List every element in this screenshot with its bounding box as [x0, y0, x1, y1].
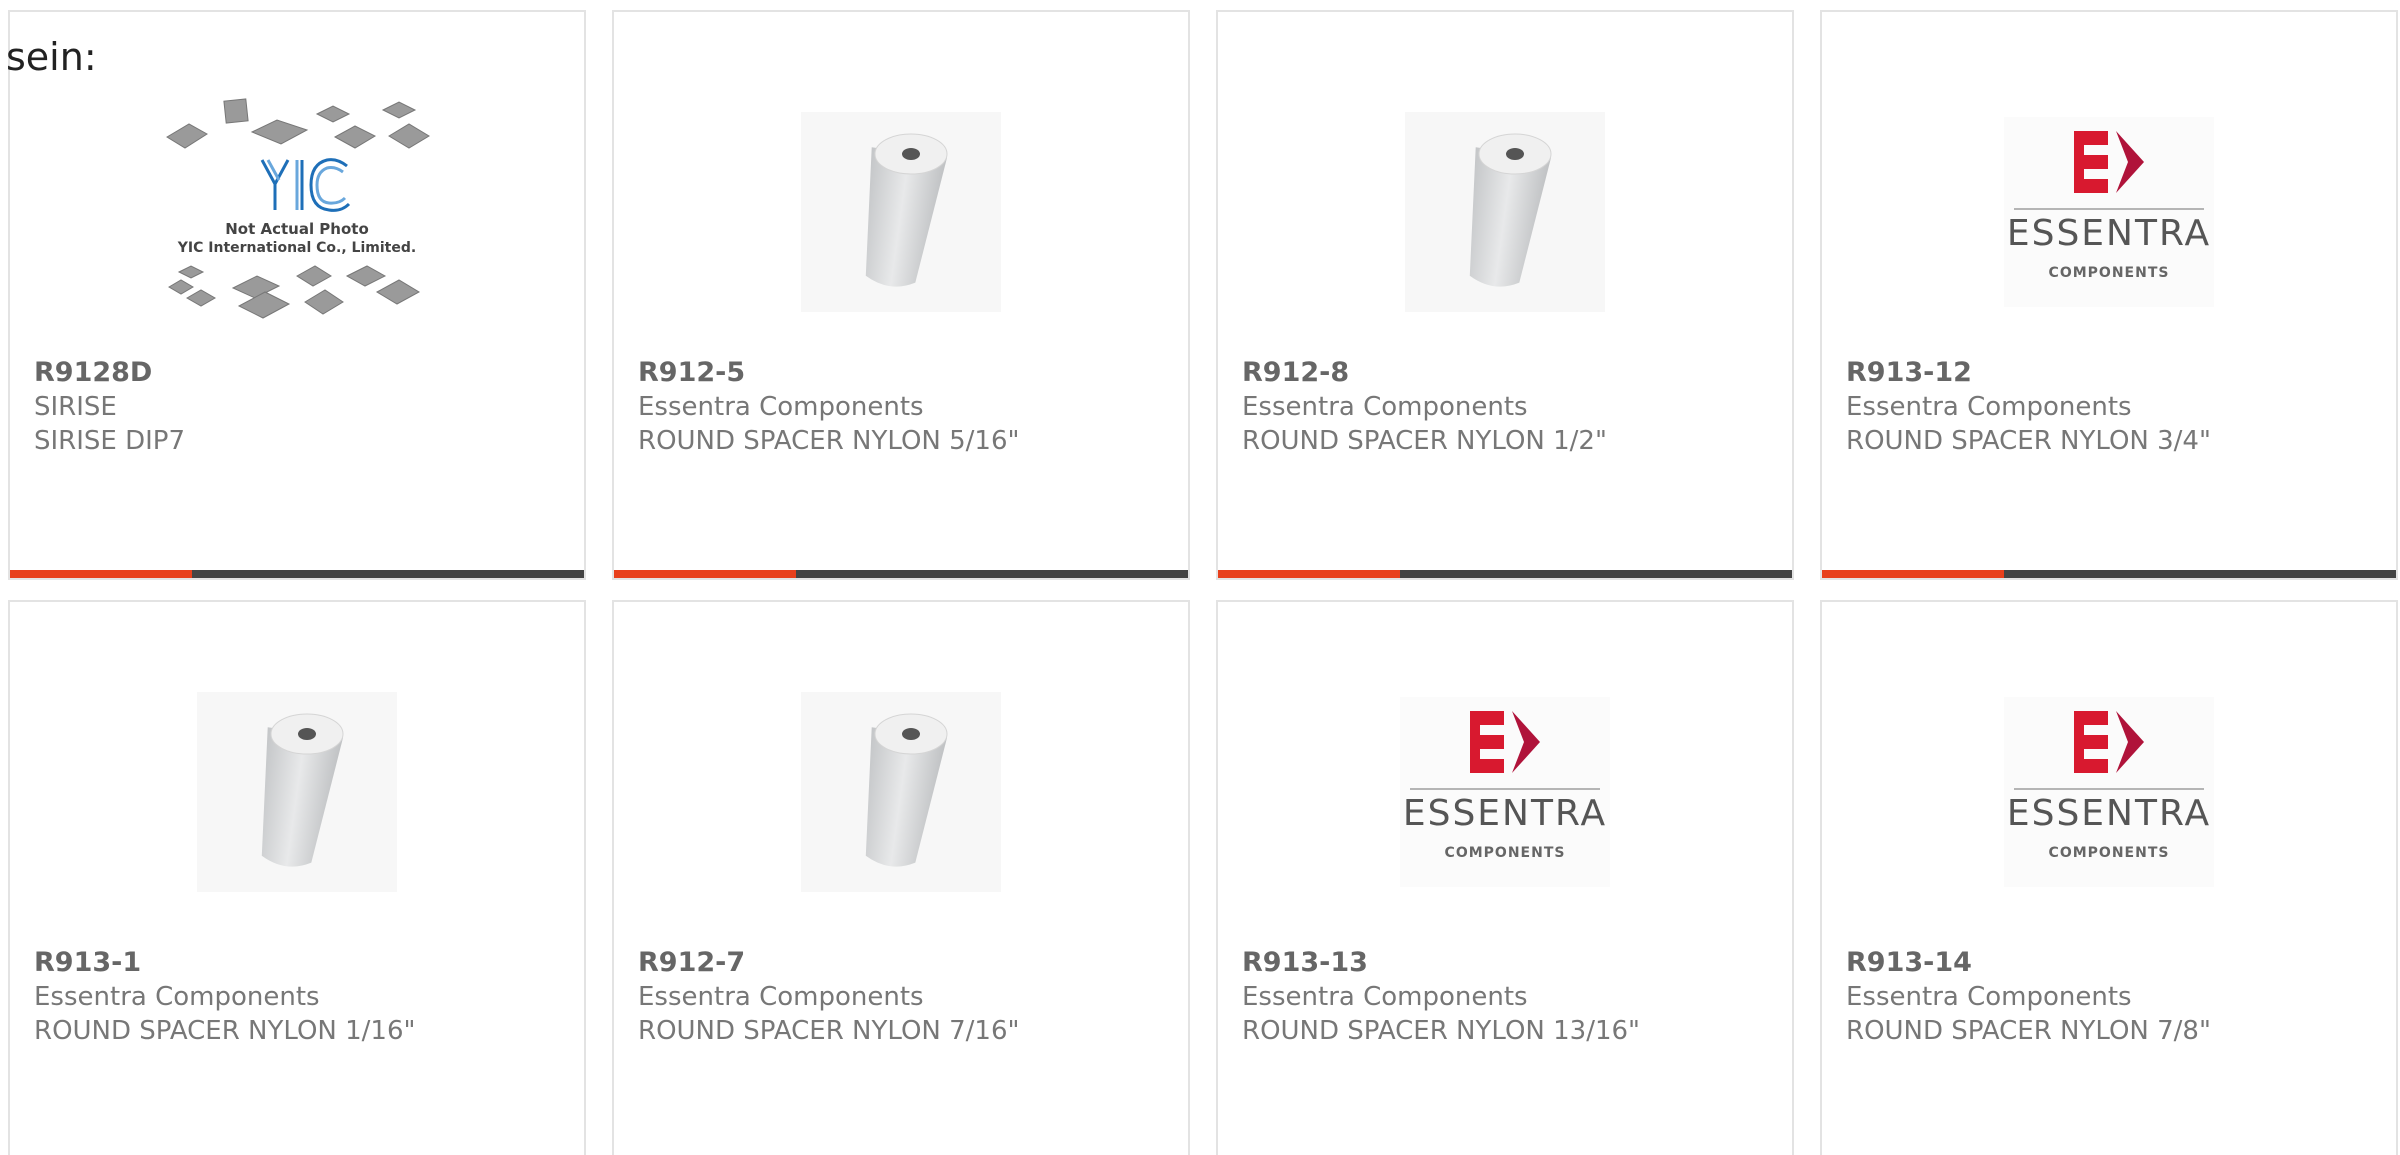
product-card[interactable]: R912-8 Essentra Components ROUND SPACER … — [1216, 10, 1794, 580]
product-card[interactable]: R912-5 Essentra Components ROUND SPACER … — [612, 10, 1190, 580]
placeholder-text-2: YIC International Co., Limited. — [177, 240, 416, 256]
product-description: ROUND SPACER NYLON 13/16" — [1242, 1016, 1641, 1046]
manufacturer-name: Essentra Components — [638, 982, 924, 1012]
manufacturer-name: Essentra Components — [1242, 392, 1528, 422]
card-footer-bar — [1218, 570, 1792, 578]
product-description: SIRISE DIP7 — [34, 426, 186, 456]
part-number-link[interactable]: R912-8 — [1242, 356, 1349, 390]
card-footer-accent — [614, 570, 796, 578]
manufacturer-name: Essentra Components — [1846, 392, 2132, 422]
spacer-cylinder-image — [801, 692, 1001, 892]
card-footer-bar — [614, 570, 1188, 578]
product-description: ROUND SPACER NYLON 1/2" — [1242, 426, 1607, 456]
card-footer-bar — [10, 570, 584, 578]
product-card[interactable]: ESSENTRA COMPONENTS R913-13 Essentra Com… — [1216, 600, 1794, 1155]
product-description: ROUND SPACER NYLON 3/4" — [1846, 426, 2211, 456]
part-number-link[interactable]: R912-5 — [638, 356, 745, 390]
product-card[interactable]: ESSENTRA COMPONENTS R913-12 Essentra Com… — [1820, 10, 2398, 580]
card-footer-accent — [1218, 570, 1400, 578]
essentra-logo-sub: COMPONENTS — [2049, 845, 2170, 861]
essentra-logo-image: ESSENTRA COMPONENTS — [2004, 697, 2214, 887]
essentra-logo-sub: COMPONENTS — [1445, 845, 1566, 861]
part-number-link[interactable]: R913-1 — [34, 946, 141, 980]
manufacturer-name: SIRISE — [34, 392, 117, 422]
product-image[interactable]: Not Actual Photo YIC International Co., … — [10, 78, 584, 346]
part-number-link[interactable]: R912-7 — [638, 946, 745, 980]
spacer-cylinder-image — [197, 692, 397, 892]
product-image[interactable]: ESSENTRA COMPONENTS — [1218, 658, 1792, 926]
product-card[interactable]: R912-7 Essentra Components ROUND SPACER … — [612, 600, 1190, 1155]
placeholder-chips-image: Not Actual Photo YIC International Co., … — [166, 98, 430, 319]
essentra-logo-word: ESSENTRA — [2007, 213, 2211, 254]
product-card[interactable]: ESSENTRA COMPONENTS R913-14 Essentra Com… — [1820, 600, 2398, 1155]
product-description: ROUND SPACER NYLON 7/16" — [638, 1016, 1020, 1046]
product-image[interactable] — [614, 78, 1188, 346]
product-description: ROUND SPACER NYLON 7/8" — [1846, 1016, 2211, 1046]
card-footer-bar — [1822, 570, 2396, 578]
placeholder-text-1: Not Actual Photo — [225, 220, 369, 238]
essentra-logo-word: ESSENTRA — [2007, 793, 2211, 834]
part-number-link[interactable]: R913-12 — [1846, 356, 1972, 390]
essentra-logo-image: ESSENTRA COMPONENTS — [2004, 117, 2214, 307]
product-description: ROUND SPACER NYLON 5/16" — [638, 426, 1020, 456]
spacer-cylinder-image — [1405, 112, 1605, 312]
product-card[interactable]: Not Actual Photo YIC International Co., … — [8, 10, 586, 580]
product-image[interactable] — [1218, 78, 1792, 346]
product-image[interactable]: ESSENTRA COMPONENTS — [1822, 78, 2396, 346]
product-grid-page: sein: Not Actual Photo YIC International… — [0, 0, 2400, 1155]
manufacturer-name: Essentra Components — [638, 392, 924, 422]
part-number-link[interactable]: R913-14 — [1846, 946, 1972, 980]
essentra-logo-image: ESSENTRA COMPONENTS — [1400, 697, 1610, 887]
product-description: ROUND SPACER NYLON 1/16" — [34, 1016, 416, 1046]
product-image[interactable]: ESSENTRA COMPONENTS — [1822, 658, 2396, 926]
product-image[interactable] — [614, 658, 1188, 926]
card-footer-accent — [1822, 570, 2004, 578]
product-card[interactable]: R913-1 Essentra Components ROUND SPACER … — [8, 600, 586, 1155]
part-number-link[interactable]: R913-13 — [1242, 946, 1368, 980]
manufacturer-name: Essentra Components — [34, 982, 320, 1012]
product-image[interactable] — [10, 658, 584, 926]
manufacturer-name: Essentra Components — [1846, 982, 2132, 1012]
essentra-logo-word: ESSENTRA — [1403, 793, 1607, 834]
essentra-logo-sub: COMPONENTS — [2049, 265, 2170, 281]
part-number-link[interactable]: R9128D — [34, 356, 152, 390]
yic-logo — [260, 158, 351, 212]
manufacturer-name: Essentra Components — [1242, 982, 1528, 1012]
partial-heading-text: sein: — [6, 35, 97, 79]
card-footer-accent — [10, 570, 192, 578]
spacer-cylinder-image — [801, 112, 1001, 312]
